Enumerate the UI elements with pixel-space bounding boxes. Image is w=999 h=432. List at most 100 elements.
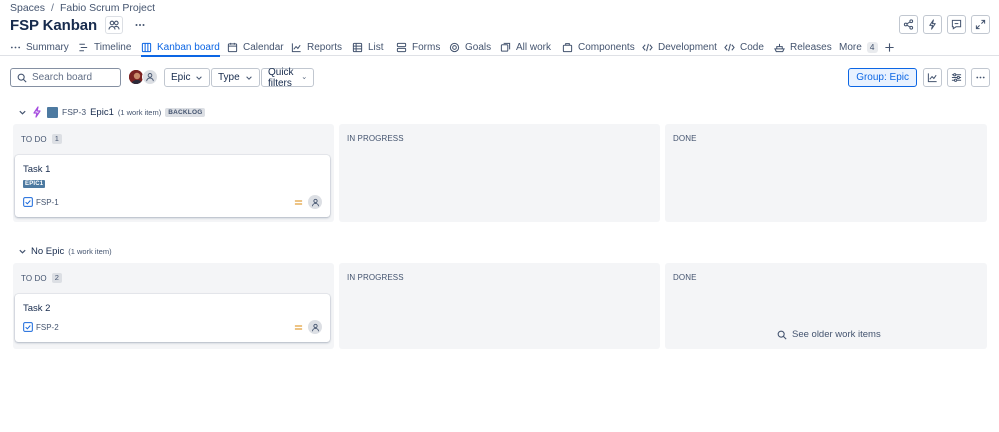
chevron-down-icon xyxy=(302,76,306,79)
column-done: DONE xyxy=(665,124,987,222)
column-count: 2 xyxy=(51,273,62,283)
group-by-button[interactable]: Group: Epic xyxy=(848,68,917,87)
sliders-icon xyxy=(951,73,962,82)
column-title-text: TO DO xyxy=(21,134,47,144)
column-title: TO DO 2 xyxy=(21,273,62,283)
work-item-card[interactable]: Task 2 FSP-2 xyxy=(15,294,330,342)
add-tab-button[interactable] xyxy=(884,39,895,56)
share-button[interactable] xyxy=(899,15,918,34)
board-icon xyxy=(141,42,152,53)
tab-label: All work xyxy=(516,42,552,53)
search-box[interactable] xyxy=(10,68,121,87)
column-to-do: TO DO 1 Task 1 EPIC1 FSP-1 xyxy=(13,124,334,222)
tab-forms[interactable]: Forms xyxy=(396,39,440,56)
column-title: IN PROGRESS xyxy=(347,134,404,143)
tab-label: Reports xyxy=(307,42,343,53)
tab-label: Forms xyxy=(412,42,441,53)
tab-calendar[interactable]: Calendar xyxy=(227,39,284,56)
quick-filters-button[interactable]: Quick filters xyxy=(261,66,314,89)
plus-icon xyxy=(885,43,894,52)
priority-medium-icon xyxy=(294,199,303,205)
card-footer: FSP-2 xyxy=(23,320,322,334)
view-settings-button[interactable] xyxy=(947,68,966,87)
card-footer: FSP-1 xyxy=(23,195,322,209)
list-icon xyxy=(352,42,363,53)
priority-medium-icon xyxy=(294,324,303,330)
see-older-label: See older work items xyxy=(792,329,881,340)
column-in-progress: IN PROGRESS xyxy=(339,263,660,349)
column-title: DONE xyxy=(673,273,697,282)
feedback-button[interactable] xyxy=(947,15,966,34)
card-title: Task 2 xyxy=(23,303,51,314)
tab-more[interactable]: More 4 xyxy=(839,39,878,56)
card-key[interactable]: FSP-1 xyxy=(36,198,59,207)
tab-list[interactable]: List xyxy=(352,39,384,56)
automation-button[interactable] xyxy=(923,15,942,34)
tab-goals[interactable]: Goals xyxy=(449,39,491,56)
fullscreen-button[interactable] xyxy=(971,15,990,34)
tab-code[interactable]: Code xyxy=(724,39,764,56)
tab-label: List xyxy=(368,42,384,53)
tab-timeline[interactable]: Timeline xyxy=(78,39,131,56)
more-count-badge: 4 xyxy=(866,42,878,53)
breadcrumb-project[interactable]: Fabio Scrum Project xyxy=(60,2,155,14)
tab-summary[interactable]: Summary xyxy=(10,39,69,56)
insights-button[interactable] xyxy=(923,68,942,87)
top-actions xyxy=(899,15,990,34)
tab-label: Kanban board xyxy=(157,42,220,53)
board-view-tools: Group: Epic xyxy=(848,68,990,87)
chevron-down-icon xyxy=(19,249,26,254)
epic-color-swatch xyxy=(47,106,58,118)
work-item-card[interactable]: Task 1 EPIC1 FSP-1 xyxy=(15,155,330,217)
see-older-work-items-button[interactable]: See older work items xyxy=(777,329,881,340)
column-title-text: TO DO xyxy=(21,273,47,283)
expand-icon xyxy=(975,19,986,30)
breadcrumb: Spaces / Fabio Scrum Project xyxy=(10,2,155,14)
card-key[interactable]: FSP-2 xyxy=(36,323,59,332)
column-title: IN PROGRESS xyxy=(347,273,404,282)
epic-key[interactable]: FSP-3 xyxy=(62,107,86,117)
more-actions-button[interactable] xyxy=(131,16,149,34)
tab-kanban-board[interactable]: Kanban board xyxy=(141,39,220,57)
tab-reports[interactable]: Reports xyxy=(291,39,342,56)
filter-label: Quick filters xyxy=(268,66,294,89)
epic-lightning-icon xyxy=(33,106,41,118)
assignee-avatar[interactable] xyxy=(308,195,322,209)
unassigned-avatar[interactable] xyxy=(142,69,158,85)
tab-releases[interactable]: Releases xyxy=(774,39,832,56)
board-more-button[interactable] xyxy=(971,68,990,87)
ship-icon xyxy=(774,43,785,53)
search-input[interactable] xyxy=(32,72,120,83)
tab-label: More xyxy=(839,42,862,53)
tab-label: Components xyxy=(578,42,635,53)
epic-label[interactable]: EPIC1 xyxy=(23,180,46,188)
team-button[interactable] xyxy=(105,16,124,34)
ellipsis-icon xyxy=(976,76,985,79)
forms-icon xyxy=(396,42,407,53)
column-title-text: DONE xyxy=(673,134,697,143)
code-icon xyxy=(724,43,735,52)
chevron-down-icon xyxy=(245,75,252,80)
swimlane-header-epic1[interactable]: FSP-3 Epic1 (1 work item) BACKLOG xyxy=(18,105,206,119)
chart-icon xyxy=(291,43,301,53)
search-icon xyxy=(17,73,27,83)
tab-all-work[interactable]: All work xyxy=(500,39,551,56)
type-filter-button[interactable]: Type xyxy=(211,68,260,87)
epic-filter-button[interactable]: Epic xyxy=(164,68,211,87)
feedback-icon xyxy=(951,19,962,30)
title-row: FSP Kanban xyxy=(10,16,149,34)
swimlane-header-no-epic[interactable]: No Epic (1 work item) xyxy=(18,244,112,258)
column-title: DONE xyxy=(673,134,697,143)
tab-components[interactable]: Components xyxy=(562,39,635,56)
card-title: Task 1 xyxy=(23,164,51,175)
tab-development[interactable]: Development xyxy=(642,39,717,56)
search-icon xyxy=(777,330,787,340)
tab-label: Timeline xyxy=(94,42,132,53)
assignee-avatar[interactable] xyxy=(308,320,322,334)
column-title: TO DO 1 xyxy=(21,134,62,144)
breadcrumb-separator: / xyxy=(51,2,54,14)
column-count: 1 xyxy=(51,134,62,144)
task-checkbox-icon xyxy=(23,197,33,207)
angle-brackets-icon xyxy=(642,43,653,52)
breadcrumb-spaces[interactable]: Spaces xyxy=(10,2,45,14)
